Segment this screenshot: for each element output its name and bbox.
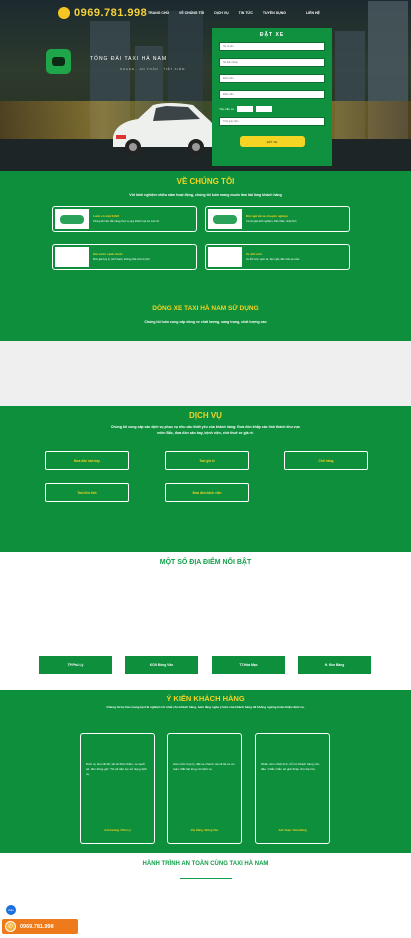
services-subtitle: Chúng tôi cung cấp các dịch vụ phục vụ n… xyxy=(110,425,301,435)
feature-desc: Chúng tôi luôn sẵn sàng phục vụ quý khác… xyxy=(93,220,160,224)
feature-image xyxy=(208,209,242,229)
car-icon xyxy=(60,214,84,224)
fleet-gallery xyxy=(0,341,411,406)
review-author: Anh Tuấn / Kim Bảng xyxy=(278,828,307,833)
review-card: Giá cước hợp lý, đặt xe nhanh, tài xế lá… xyxy=(167,733,242,844)
services-section: DỊCH VỤ Chúng tôi cung cấp các dịch vụ p… xyxy=(0,406,411,552)
nav-item[interactable]: TIN TỨC xyxy=(239,11,253,15)
places-title: MỘT SỐ ĐỊA ĐIỂM NỔI BẬT xyxy=(159,559,252,566)
place-button[interactable]: TP.Phủ Lý xyxy=(39,656,112,674)
brand-tagline: NHANH · AN TOÀN · TIẾT KIỆM xyxy=(120,67,186,71)
place-button[interactable]: H. Kim Bảng xyxy=(298,656,371,674)
car-icon xyxy=(213,214,237,224)
nav-item[interactable]: LIÊN HỆ xyxy=(306,11,320,15)
car-type-row: Yêu cầu xe Xe 4 chỗ Xe 7 chỗ xyxy=(219,106,325,112)
feature-desc: Xe đời mới, sạch sẽ, tiện nghi, đảm bảo … xyxy=(246,258,300,262)
review-text: Nhân viên nhiệt tình, hỗ trợ khách hàng … xyxy=(261,762,320,772)
about-title: VỀ CHÚNG TÔI xyxy=(176,177,235,186)
place-button[interactable]: TT.Hòa Mạc xyxy=(212,656,285,674)
phone-field[interactable] xyxy=(219,58,325,67)
feature-title: Đội ngũ tài xế chuyên nghiệp xyxy=(246,214,288,219)
feature-card: Đội ngũ tài xế chuyên nghiệp Tài xế giàu … xyxy=(205,206,350,232)
car-type-label: Yêu cầu xe xyxy=(219,107,235,111)
about-section: VỀ CHÚNG TÔI Với kinh nghiệm nhiều năm h… xyxy=(0,171,411,341)
feature-card: Luôn có mặt 24/24 Chúng tôi luôn sẵn sàng… xyxy=(52,206,197,232)
review-author: Chị Hằng / Đồng Văn xyxy=(190,828,219,833)
car-option[interactable]: Xe 4 chỗ xyxy=(237,106,253,112)
review-text: Dịch vụ taxi rất tốt, tài xế thân thiện,… xyxy=(86,762,147,777)
feature-title: Xe đời mới xyxy=(246,252,262,257)
car-option[interactable]: Xe 7 chỗ xyxy=(255,106,272,112)
service-button[interactable]: Taxi giá rẻ xyxy=(165,451,249,470)
review-text: Giá cước hợp lý, đặt xe nhanh, tài xế lá… xyxy=(173,762,235,772)
services-title: DỊCH VỤ xyxy=(189,411,222,420)
taxi-icon xyxy=(52,57,65,66)
review-card: Dịch vụ taxi rất tốt, tài xế thân thiện,… xyxy=(80,733,155,844)
journey-section: HÀNH TRÌNH AN TOÀN CÙNG TAXI HÀ NAM Zalo… xyxy=(0,853,411,938)
feature-image xyxy=(208,247,242,267)
booking-title: ĐẶT XE xyxy=(259,32,285,38)
white-car-image xyxy=(113,103,216,155)
title-underline xyxy=(180,878,232,879)
service-button[interactable]: Đưa đón bệnh viện xyxy=(165,483,249,502)
main-nav: TRANG CHỦ VỀ CHÚNG TÔI DỊCH VỤ TIN TỨC T… xyxy=(148,11,320,15)
feature-image xyxy=(55,209,89,229)
dropoff-field[interactable] xyxy=(219,90,325,99)
review-card: Nhân viên nhiệt tình, hỗ trợ khách hàng … xyxy=(255,733,330,844)
zalo-chat-button[interactable]: Zalo xyxy=(6,905,16,915)
hero-banner: 0969.781.998 TRANG CHỦ VỀ CHÚNG TÔI DỊCH… xyxy=(0,0,411,171)
phone-icon: ✆ xyxy=(5,921,16,932)
review-author: Anh Hoàng / Phủ Lý xyxy=(104,828,131,833)
call-number: 0969.781.998 xyxy=(20,923,54,930)
feature-desc: Tài xế giàu kinh nghiệm, thân thiện, nhi… xyxy=(246,220,297,224)
nav-item[interactable]: VỀ CHÚNG TÔI xyxy=(179,11,204,15)
booking-form: ĐẶT XE Yêu cầu xe Xe 4 chỗ Xe 7 chỗ ĐẶT … xyxy=(212,28,332,166)
name-field[interactable] xyxy=(219,42,325,51)
feature-title: Luôn có mặt 24/24 xyxy=(93,214,120,219)
service-button[interactable]: Đưa đón sân bay xyxy=(45,451,129,470)
places-section: MỘT SỐ ĐỊA ĐIỂM NỔI BẬT TP.Phủ Lý KCN Đồ… xyxy=(0,552,411,690)
phone-icon xyxy=(58,7,70,19)
feature-card: Giá cước cạnh tranh Mức giá hợp lý, minh … xyxy=(52,244,197,270)
reviews-intro: Chúng tôi tự hào mang lại trải nghiệm tố… xyxy=(106,705,305,709)
nav-item[interactable]: TUYỂN DỤNG xyxy=(263,11,286,15)
call-now-button[interactable]: ✆ 0969.781.998 xyxy=(2,919,78,934)
journey-title: HÀNH TRÌNH AN TOÀN CÙNG TAXI HÀ NAM xyxy=(142,861,269,867)
place-button[interactable]: KCN Đồng Văn xyxy=(125,656,198,674)
feature-card: Xe đời mới Xe đời mới, sạch sẽ, tiện nghi… xyxy=(205,244,350,270)
time-field[interactable] xyxy=(219,117,325,126)
pickup-field[interactable] xyxy=(219,74,325,83)
nav-item[interactable]: TRANG CHỦ xyxy=(148,11,169,15)
feature-desc: Mức giá hợp lý, minh bạch, không phát si… xyxy=(93,258,150,262)
header-phone[interactable]: 0969.781.998 xyxy=(58,7,147,19)
about-subtitle: Với kinh nghiệm nhiều năm hoạt động, chú… xyxy=(129,193,282,197)
reviews-section: Ý KIẾN KHÁCH HÀNG Chúng tôi tự hào mang … xyxy=(0,690,411,853)
feature-image xyxy=(55,247,89,267)
fleet-subtitle: Chúng tôi luôn cung cấp dòng xe chất lượ… xyxy=(144,320,267,324)
site-logo[interactable] xyxy=(46,49,71,74)
fleet-title: DÒNG XE TAXI HÀ NAM SỬ DỤNG xyxy=(152,305,259,312)
feature-title: Giá cước cạnh tranh xyxy=(93,252,123,257)
header-phone-number: 0969.781.998 xyxy=(74,7,148,19)
nav-item[interactable]: DỊCH VỤ xyxy=(214,11,228,15)
brand-name: TỔNG ĐÀI TAXI HÀ NAM xyxy=(90,56,168,62)
service-button[interactable]: Chở hàng xyxy=(284,451,368,470)
zalo-label: Zalo xyxy=(8,908,14,912)
book-button[interactable]: ĐẶT XE xyxy=(239,136,305,147)
reviews-title: Ý KIẾN KHÁCH HÀNG xyxy=(166,694,245,703)
service-button[interactable]: Taxi liên tỉnh xyxy=(45,483,129,502)
